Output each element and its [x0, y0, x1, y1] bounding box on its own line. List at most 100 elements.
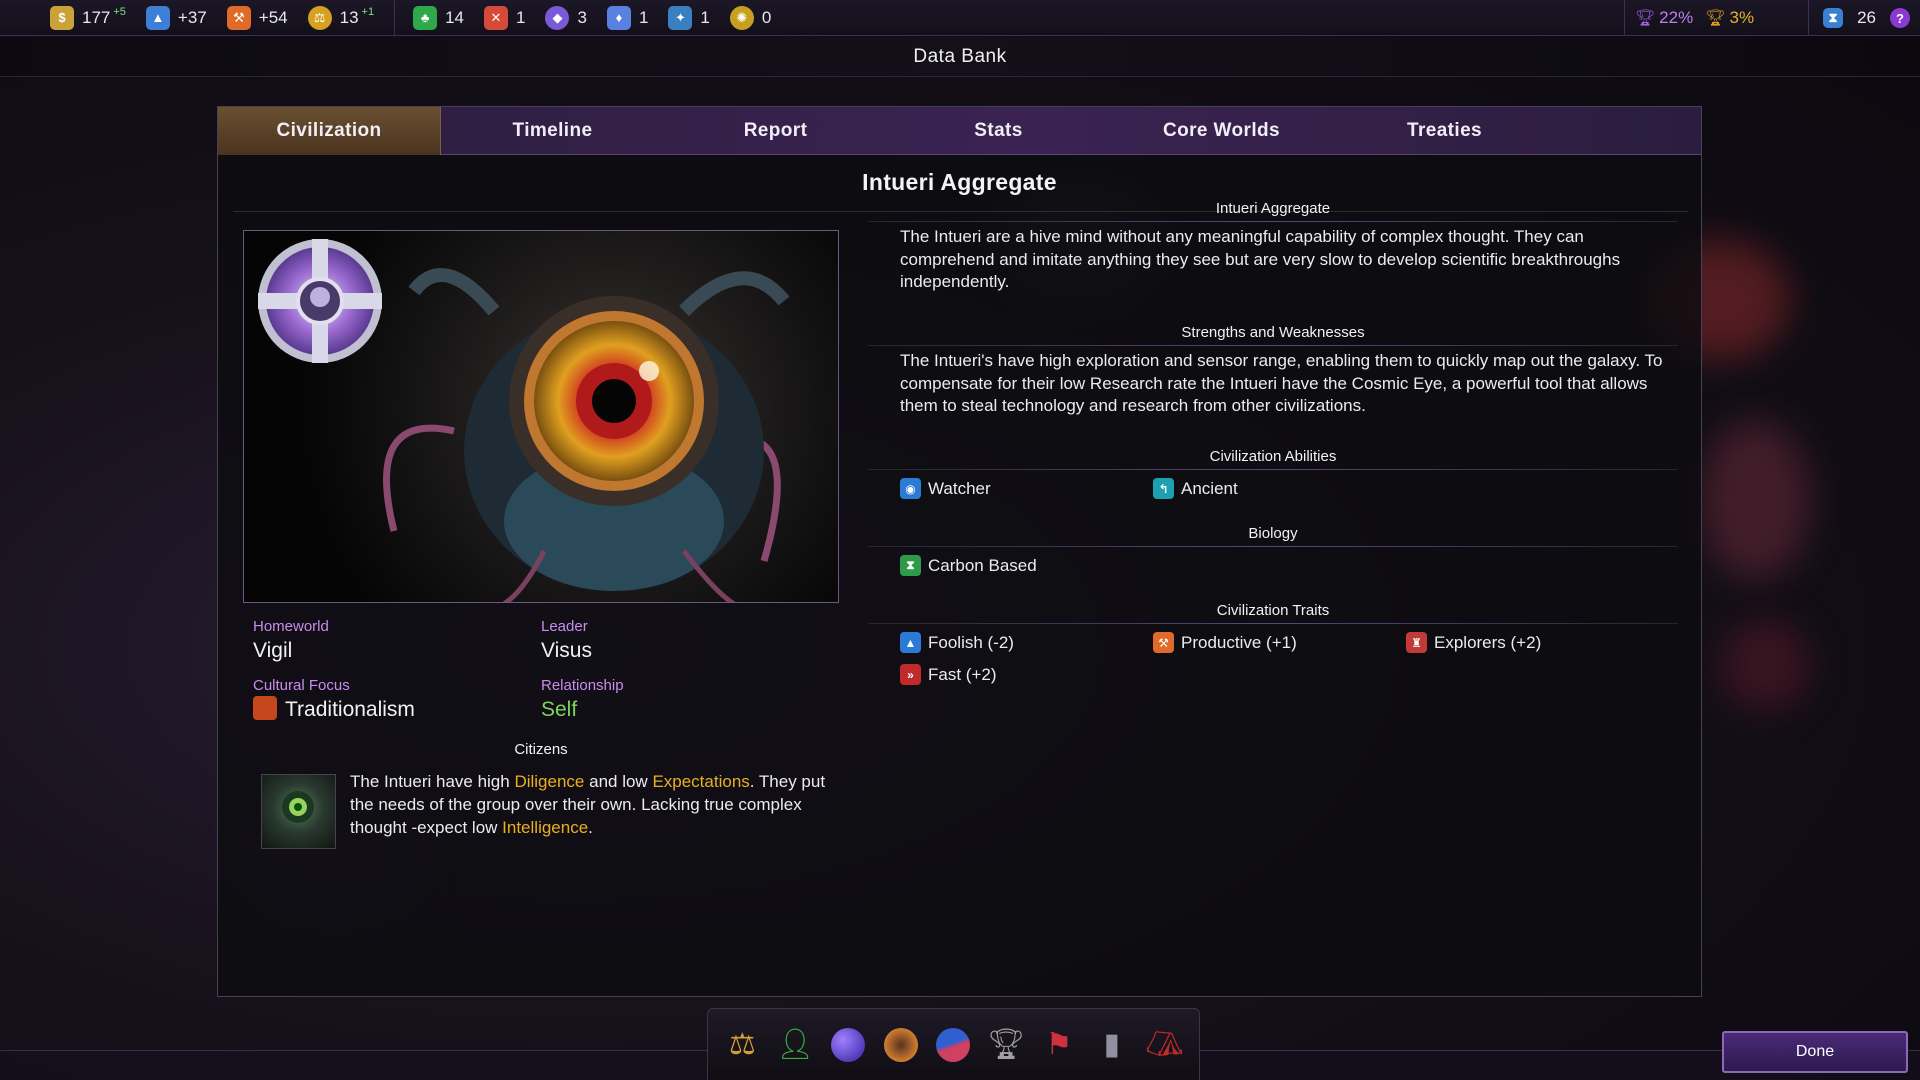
- crystal-icon: ◆: [545, 5, 570, 30]
- tab-stats[interactable]: Stats: [887, 107, 1110, 155]
- fast-forward-icon: »: [900, 664, 921, 685]
- strengths-text: The Intueri's have high exploration and …: [900, 351, 1663, 415]
- trait-foolish[interactable]: ▲ Foolish (-2): [900, 632, 1014, 653]
- citizen-icon: 👤︎: [776, 1028, 815, 1061]
- resource-bar: $ 177 +5 ▲ +37 ⚒ +54 ⚖ 13 +1 ♣ 14 ✕ 1 ◆ …: [0, 0, 1920, 36]
- food-icon: ♣: [413, 5, 438, 30]
- description-title: Intueri Aggregate: [1215, 200, 1331, 217]
- leader-label: Leader: [541, 618, 588, 635]
- civilization-portrait: [243, 230, 839, 603]
- cultural-focus-label: Cultural Focus: [253, 677, 350, 694]
- planets-button[interactable]: [826, 1023, 870, 1067]
- crystal-resource[interactable]: ◆ 3: [545, 5, 587, 30]
- biology-carbon-based[interactable]: ⧗ Carbon Based: [900, 555, 1037, 576]
- elerium-resource[interactable]: ♦ 1: [606, 5, 648, 30]
- pillar-icon: ▮: [1103, 1028, 1120, 1061]
- divider: [1623, 0, 1625, 36]
- durantium-resource[interactable]: ✺ 0: [729, 5, 771, 30]
- manufacturing-resource[interactable]: ⚒ +54: [226, 5, 288, 30]
- done-button[interactable]: Done: [1722, 1031, 1908, 1073]
- relationship-value: Self: [541, 698, 578, 721]
- citizen-eye-icon: [282, 791, 314, 823]
- carbon-icon: ⧗: [900, 555, 921, 576]
- research-icon: ▲: [145, 5, 170, 30]
- antimatter-resource[interactable]: ✦ 1: [668, 5, 710, 30]
- credits-icon: $: [50, 5, 74, 30]
- window-title: Data Bank: [0, 37, 1920, 77]
- citizens-button[interactable]: 👤︎: [773, 1023, 817, 1067]
- data-bank-button[interactable]: ▮: [1090, 1023, 1134, 1067]
- influence-resource[interactable]: ⚖ 13 +1: [307, 5, 374, 30]
- trait-explorers[interactable]: ♜ Explorers (+2): [1406, 632, 1541, 653]
- tab-civilization[interactable]: Civilization: [218, 107, 441, 155]
- divider: [394, 0, 396, 36]
- government-button[interactable]: [879, 1023, 923, 1067]
- explorer-icon: ♜: [1406, 632, 1427, 653]
- expectations-link[interactable]: Expectations: [652, 772, 749, 791]
- divider: [1808, 0, 1810, 36]
- divider: [868, 221, 1678, 222]
- data-bank-panel: Civilization Timeline Report Stats Core …: [217, 106, 1702, 997]
- divider: [868, 345, 1678, 346]
- citizens-description: The Intueri have high Diligence and low …: [350, 772, 826, 837]
- tab-treaties[interactable]: Treaties: [1333, 107, 1556, 155]
- war-resource[interactable]: ✕ 1: [484, 5, 525, 30]
- divider: [868, 469, 1678, 470]
- civilization-name: Intueri Aggregate: [862, 169, 1057, 195]
- diligence-link[interactable]: Diligence: [514, 772, 584, 791]
- hammer-icon: ⚒: [1153, 632, 1174, 653]
- ancient-icon: ↰: [1153, 478, 1174, 499]
- citizen-portrait: [261, 774, 336, 849]
- ability-watcher[interactable]: ◉ Watcher: [900, 478, 991, 499]
- homeworld-label: Homeworld: [253, 618, 329, 635]
- influence-icon: ⚖: [307, 5, 332, 30]
- ability-ancient[interactable]: ↰ Ancient: [1153, 478, 1238, 499]
- eye-icon: ◉: [900, 478, 921, 499]
- description-text: The Intueri are a hive mind without any …: [900, 227, 1621, 291]
- trait-productive[interactable]: ⚒ Productive (+1): [1153, 632, 1297, 653]
- help-icon: ?: [1890, 8, 1910, 28]
- victory-button[interactable]: 🏆︎: [984, 1023, 1028, 1067]
- homeworld-value[interactable]: Vigil: [253, 639, 292, 663]
- wars-button[interactable]: ⚑: [1037, 1023, 1081, 1067]
- citizens-title: Citizens: [514, 741, 568, 758]
- credits-resource[interactable]: $ 177 +5: [50, 5, 126, 30]
- divider: [868, 623, 1678, 624]
- intelligence-link[interactable]: Intelligence: [502, 818, 588, 837]
- score-trophy-icon: 🏆︎: [1634, 10, 1656, 27]
- crest-icon: [883, 1027, 918, 1062]
- trait-fast[interactable]: » Fast (+2): [900, 664, 997, 685]
- chart-icon: [936, 1027, 971, 1062]
- scales-icon: ⚖: [728, 1028, 756, 1061]
- traditionalism-book-icon: [253, 696, 277, 721]
- shipyard-button[interactable]: ⛺︎: [1143, 1023, 1187, 1067]
- relationship-label: Relationship: [541, 677, 624, 694]
- strengths-title: Strengths and Weaknesses: [1181, 324, 1365, 341]
- biology-title: Biology: [1248, 525, 1298, 542]
- turn-hourglass-icon: ⧗: [1823, 8, 1844, 28]
- score-percent[interactable]: 🏆︎ 22%: [1635, 8, 1693, 28]
- turn-counter[interactable]: ⧗ 26: [1823, 8, 1876, 28]
- food-resource[interactable]: ♣ 14: [413, 5, 464, 30]
- economy-button[interactable]: [931, 1023, 975, 1067]
- tab-timeline[interactable]: Timeline: [441, 107, 664, 155]
- abilities-title: Civilization Abilities: [1209, 448, 1337, 465]
- diplomacy-button[interactable]: ⚖: [720, 1023, 764, 1067]
- divider: [868, 546, 1678, 547]
- manufacturing-icon: ⚒: [226, 5, 251, 30]
- durantium-icon: ✺: [729, 5, 754, 30]
- flag-icon: ⚑: [1045, 1028, 1073, 1061]
- intueri-eye-portrait: [258, 239, 790, 602]
- flask-icon: ▲: [900, 632, 921, 653]
- victory-percent[interactable]: 🏆︎ 3%: [1705, 8, 1754, 28]
- tab-report[interactable]: Report: [664, 107, 887, 155]
- menu-dock: ⚖ 👤︎ 🏆︎ ⚑ ▮ ⛺︎: [707, 1008, 1200, 1080]
- tab-bar: Civilization Timeline Report Stats Core …: [218, 107, 1701, 155]
- research-resource[interactable]: ▲ +37: [145, 5, 207, 30]
- leader-value: Visus: [541, 639, 592, 662]
- planet-icon: [830, 1027, 865, 1062]
- war-icon: ✕: [484, 5, 508, 30]
- antimatter-icon: ✦: [668, 5, 693, 30]
- help-button[interactable]: ?: [1890, 8, 1910, 28]
- tab-core-worlds[interactable]: Core Worlds: [1110, 107, 1333, 155]
